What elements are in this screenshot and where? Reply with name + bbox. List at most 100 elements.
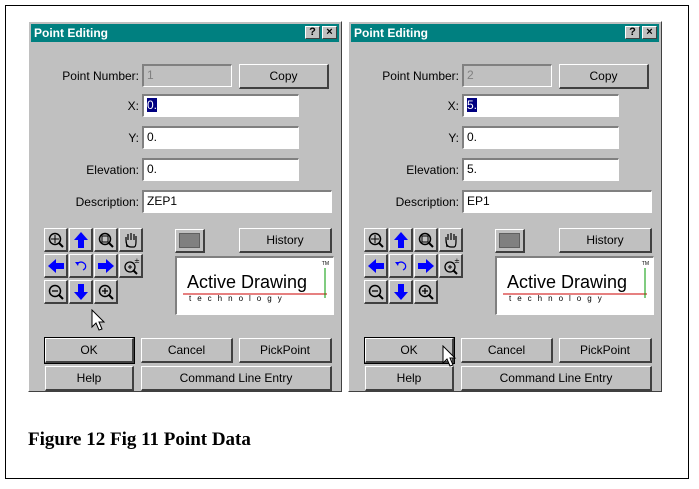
zoom-in-button[interactable]	[94, 280, 118, 304]
close-title-button[interactable]: ×	[322, 26, 337, 39]
point-number-field: 1	[142, 64, 232, 87]
pan-hand-button[interactable]	[119, 228, 143, 252]
x-value: 5.	[467, 98, 478, 112]
zoom-extents-icon	[368, 232, 384, 248]
svg-text:±: ±	[454, 257, 460, 265]
dialog-title-bar[interactable]: Point Editing ? ×	[31, 24, 339, 42]
pan-down-button[interactable]	[69, 280, 93, 304]
zoom-extents-button[interactable]	[44, 228, 68, 252]
help-title-button[interactable]: ?	[625, 26, 640, 39]
pan-right-button[interactable]	[94, 254, 118, 278]
cancel-button[interactable]: Cancel	[141, 338, 233, 363]
help-button[interactable]: Help	[365, 366, 454, 391]
mouse-cursor-icon	[91, 309, 106, 331]
history-button[interactable]: History	[239, 228, 332, 253]
ok-button[interactable]: OK	[364, 337, 455, 364]
color-swatch[interactable]	[495, 229, 525, 253]
zoom-previous-button[interactable]: ±	[119, 254, 143, 278]
point-number-label: Point Number:	[382, 69, 459, 83]
y-field[interactable]: 0.	[142, 126, 299, 149]
pickpoint-button[interactable]: PickPoint	[559, 338, 652, 363]
description-label: Description:	[395, 195, 459, 209]
zoom-out-button[interactable]	[44, 280, 68, 304]
x-field[interactable]: 5.	[462, 94, 619, 117]
pan-up-icon	[394, 232, 408, 248]
pan-down-icon	[394, 284, 408, 300]
x-label: X:	[127, 99, 139, 113]
zoom-previous-icon: ±	[124, 257, 140, 275]
description-field[interactable]: EP1	[462, 190, 652, 213]
zoom-in-icon	[98, 284, 114, 300]
point-editing-dialog-1: Point Editing ? × Point Number: 1 Copy X…	[28, 21, 342, 392]
ok-button[interactable]: OK	[44, 337, 135, 364]
zoom-in-icon	[418, 284, 434, 300]
elevation-label: Elevation:	[406, 163, 459, 177]
zoom-out-button[interactable]	[364, 280, 388, 304]
description-label: Description:	[75, 195, 139, 209]
zoom-out-icon	[368, 284, 384, 300]
zoom-extents-icon	[48, 232, 64, 248]
elevation-label: Elevation:	[86, 163, 139, 177]
zoom-window-button[interactable]	[94, 228, 118, 252]
pan-up-button[interactable]	[69, 228, 93, 252]
copy-button[interactable]: Copy	[239, 64, 329, 89]
pan-right-icon	[98, 259, 114, 273]
y-label: Y:	[128, 131, 139, 145]
zoom-window-button[interactable]	[414, 228, 438, 252]
pan-right-icon	[418, 259, 434, 273]
pickpoint-button[interactable]: PickPoint	[239, 338, 332, 363]
zoom-out-icon	[48, 284, 64, 300]
zoom-window-icon	[418, 232, 434, 248]
active-drawing-logo: TM Active Drawing technology	[175, 256, 334, 315]
point-number-label: Point Number:	[62, 69, 139, 83]
pan-down-button[interactable]	[389, 280, 413, 304]
pan-left-icon	[48, 259, 64, 273]
x-value: 0.	[147, 98, 158, 112]
zoom-previous-button[interactable]: ±	[439, 254, 463, 278]
pan-right-button[interactable]	[414, 254, 438, 278]
dialog-title-bar[interactable]: Point Editing ? ×	[351, 24, 659, 42]
color-swatch[interactable]	[175, 229, 205, 253]
pan-left-button[interactable]	[44, 254, 68, 278]
pan-hand-button[interactable]	[439, 228, 463, 252]
active-drawing-logo: TM Active Drawing technology	[495, 256, 654, 315]
elevation-field[interactable]: 0.	[142, 158, 299, 181]
logo-lines	[503, 268, 647, 298]
dialog-title: Point Editing	[354, 26, 428, 40]
zoom-extents-button[interactable]	[364, 228, 388, 252]
cancel-button[interactable]: Cancel	[461, 338, 553, 363]
pan-hand-icon	[445, 233, 457, 248]
undo-view-icon	[395, 261, 407, 271]
undo-view-icon	[75, 261, 87, 271]
undo-view-button[interactable]	[69, 254, 93, 278]
x-field[interactable]: 0.	[142, 94, 299, 117]
mouse-cursor-icon	[442, 345, 457, 367]
help-button[interactable]: Help	[45, 366, 134, 391]
undo-view-button[interactable]	[389, 254, 413, 278]
figure-caption: Figure 12 Fig 11 Point Data	[28, 429, 251, 450]
pan-hand-icon	[125, 233, 137, 248]
copy-button[interactable]: Copy	[559, 64, 649, 89]
command-line-entry-button[interactable]: Command Line Entry	[461, 366, 652, 391]
pan-up-icon	[74, 232, 88, 248]
help-title-button[interactable]: ?	[305, 26, 320, 39]
close-title-button[interactable]: ×	[642, 26, 657, 39]
point-number-field: 2	[462, 64, 552, 87]
pan-down-icon	[74, 284, 88, 300]
pan-up-button[interactable]	[389, 228, 413, 252]
logo-lines	[183, 268, 327, 298]
description-field[interactable]: ZEP1	[142, 190, 332, 213]
dialog-title: Point Editing	[34, 26, 108, 40]
point-editing-dialog-2: Point Editing ? × Point Number: 2 Copy X…	[348, 21, 662, 392]
pan-left-button[interactable]	[364, 254, 388, 278]
history-button[interactable]: History	[559, 228, 652, 253]
y-label: Y:	[448, 131, 459, 145]
y-field[interactable]: 0.	[462, 126, 619, 149]
x-label: X:	[447, 99, 459, 113]
svg-text:±: ±	[134, 257, 140, 265]
zoom-in-button[interactable]	[414, 280, 438, 304]
zoom-previous-icon: ±	[444, 257, 460, 275]
command-line-entry-button[interactable]: Command Line Entry	[141, 366, 332, 391]
elevation-field[interactable]: 5.	[462, 158, 619, 181]
pan-left-icon	[368, 259, 384, 273]
